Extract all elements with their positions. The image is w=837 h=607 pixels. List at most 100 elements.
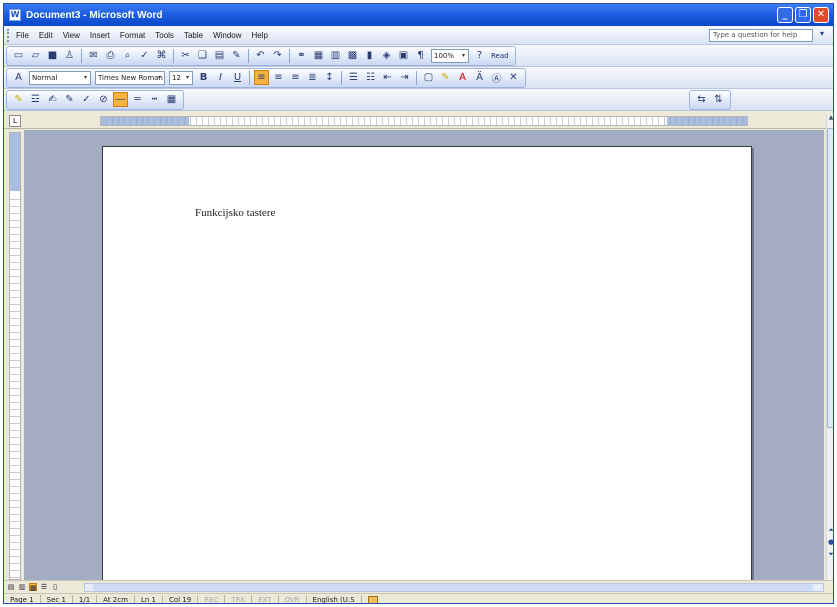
enclose-characters-icon[interactable]: Ⓐ (489, 70, 504, 85)
insert-comment-icon[interactable]: ✎ (62, 92, 77, 107)
vertical-scrollbar[interactable]: ▲ ⏶ ● ⏷ (826, 114, 833, 580)
reject-change-icon[interactable]: ⊘ (96, 92, 111, 107)
font-color-icon[interactable]: A (455, 70, 470, 85)
status-ovr[interactable]: OVR (279, 594, 307, 603)
align-right-icon[interactable]: ≡ (288, 70, 303, 85)
menu-file[interactable]: File (11, 31, 34, 40)
read-button[interactable]: Read (488, 52, 512, 60)
tab-selector-icon[interactable]: L (9, 115, 21, 127)
help-icon[interactable]: ? (472, 48, 487, 63)
cut-icon[interactable]: ✂ (178, 48, 193, 63)
new-document-icon[interactable]: ▭ (11, 48, 26, 63)
underline-icon[interactable]: U (230, 70, 245, 85)
spelling-icon[interactable]: ✓ (137, 48, 152, 63)
line-style-icon[interactable]: ═ (130, 92, 145, 107)
undo-icon[interactable]: ↶ (253, 48, 268, 63)
horizontal-scrollbar[interactable] (84, 583, 824, 592)
menu-help[interactable]: Help (247, 31, 273, 40)
print-icon[interactable]: ⎙ (103, 48, 118, 63)
research-icon[interactable]: ⌘ (154, 48, 169, 63)
redo-icon[interactable]: ↷ (270, 48, 285, 63)
show-markup-icon[interactable]: ― (113, 92, 128, 107)
drawing-icon[interactable]: ◈ (379, 48, 394, 63)
close-button[interactable]: ✕ (813, 7, 829, 23)
highlight-icon[interactable]: ✎ (438, 70, 453, 85)
status-trk[interactable]: TRK (225, 594, 253, 603)
web-layout-view-icon[interactable]: ▥ (18, 583, 26, 591)
style-select[interactable]: Normal ▾ (29, 70, 91, 85)
decrease-indent-icon[interactable]: ⇤ (380, 70, 395, 85)
outline-view-icon[interactable]: ☰ (40, 583, 48, 591)
word-app-icon[interactable]: W (9, 9, 21, 21)
previous-page-icon[interactable]: ⏶ (827, 526, 833, 535)
hyperlink-icon[interactable]: ⚭ (294, 48, 309, 63)
menu-tools[interactable]: Tools (150, 31, 179, 40)
numbering-icon[interactable]: ☰ (346, 70, 361, 85)
show-hide-icon[interactable]: ¶ (413, 48, 428, 63)
next-page-icon[interactable]: ⏷ (827, 550, 833, 559)
copy-icon[interactable]: ❏ (195, 48, 210, 63)
justify-icon[interactable]: ≣ (305, 70, 320, 85)
print-layout-view-icon[interactable]: ▦ (29, 583, 37, 592)
vertical-scroll-thumb[interactable] (827, 128, 833, 428)
ruler-scale[interactable] (100, 116, 748, 126)
menu-edit[interactable]: Edit (34, 31, 58, 40)
reviewing-pane-icon[interactable]: ☲ (28, 92, 43, 107)
vertical-ruler[interactable] (9, 132, 21, 580)
menu-window[interactable]: Window (208, 31, 246, 40)
open-icon[interactable]: ▱ (28, 48, 43, 63)
scroll-up-icon[interactable]: ▲ (827, 114, 833, 126)
document-page[interactable]: Funkcijsko tastere (102, 146, 752, 580)
bold-icon[interactable]: B (196, 70, 211, 85)
table-icon[interactable]: ▦ (164, 92, 179, 107)
dash-style-icon[interactable]: ┅ (147, 92, 162, 107)
zoom-select[interactable]: 100% ▾ (431, 48, 469, 63)
paste-icon[interactable]: ▤ (212, 48, 227, 63)
document-workspace[interactable]: Funkcijsko tastere (24, 130, 824, 580)
insert-excel-icon[interactable]: ▩ (345, 48, 360, 63)
track-changes-icon[interactable]: ✍ (45, 92, 60, 107)
bullets-icon[interactable]: ☷ (363, 70, 378, 85)
align-left-icon[interactable]: ≡ (254, 70, 269, 85)
status-language[interactable]: English (U.S (307, 594, 362, 603)
horizontal-scroll-thumb[interactable] (93, 584, 813, 591)
align-center-icon[interactable]: ≡ (271, 70, 286, 85)
save-icon[interactable]: ■ (45, 48, 60, 63)
title-bar[interactable]: W Document3 - Microsoft Word _ ❐ ✕ (4, 4, 833, 26)
font-select[interactable]: Times New Roman ▾ (95, 70, 165, 85)
line-spacing-icon[interactable]: ↕ (322, 70, 337, 85)
normal-view-icon[interactable]: ▤ (7, 583, 15, 591)
menu-table[interactable]: Table (179, 31, 208, 40)
compare-side-by-side-icon[interactable]: ⇆ (694, 92, 709, 107)
menu-insert[interactable]: Insert (85, 31, 115, 40)
font-size-select[interactable]: 12 ▾ (169, 70, 193, 85)
outside-border-icon[interactable]: ▢ (421, 70, 436, 85)
highlighter-icon[interactable]: ✎ (11, 92, 26, 107)
status-rec[interactable]: REC (198, 594, 226, 603)
print-preview-icon[interactable]: ⌕ (120, 48, 135, 63)
permission-icon[interactable]: ♙ (62, 48, 77, 63)
help-search-input[interactable]: Type a question for help (709, 29, 813, 42)
character-scaling-icon[interactable]: ✕ (506, 70, 521, 85)
minimize-button[interactable]: _ (777, 7, 793, 23)
menu-format[interactable]: Format (115, 31, 150, 40)
spelling-status-icon[interactable] (367, 595, 378, 603)
synchronous-scroll-icon[interactable]: ⇅ (711, 92, 726, 107)
email-icon[interactable]: ✉ (86, 48, 101, 63)
select-browse-object-icon[interactable]: ● (827, 538, 833, 546)
italic-icon[interactable]: I (213, 70, 228, 85)
format-painter-icon[interactable]: ✎ (229, 48, 244, 63)
styles-formatting-icon[interactable]: A (11, 70, 26, 85)
reading-layout-view-icon[interactable]: ▯ (51, 583, 59, 591)
tables-borders-icon[interactable]: ▦ (311, 48, 326, 63)
document-body-text[interactable]: Funkcijsko tastere (195, 207, 275, 219)
document-map-icon[interactable]: ▣ (396, 48, 411, 63)
menu-view[interactable]: View (58, 31, 85, 40)
accept-change-icon[interactable]: ✓ (79, 92, 94, 107)
columns-icon[interactable]: ▮ (362, 48, 377, 63)
increase-indent-icon[interactable]: ⇥ (397, 70, 412, 85)
status-ext[interactable]: EXT (252, 594, 279, 603)
phonetic-guide-icon[interactable]: Ä (472, 70, 487, 85)
maximize-button[interactable]: ❐ (795, 7, 811, 23)
horizontal-ruler[interactable]: L (4, 113, 833, 129)
